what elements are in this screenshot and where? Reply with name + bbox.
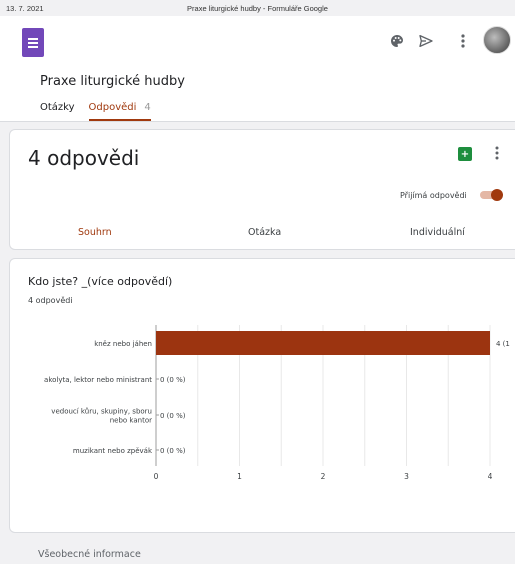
tab-responses-count: 4: [144, 102, 151, 113]
tab-individual[interactable]: Individuální: [410, 227, 465, 238]
x-tick-label: 0: [154, 472, 159, 481]
tab-summary[interactable]: Souhrn: [78, 227, 112, 238]
print-header: 13. 7. 2021 Praxe liturgické hudby - For…: [0, 0, 515, 16]
more-vert-icon[interactable]: [494, 145, 500, 165]
palette-icon[interactable]: [386, 30, 408, 52]
bar: [156, 331, 490, 355]
tab-responses[interactable]: Odpovědi 4: [88, 102, 152, 121]
tab-responses-label: Odpovědi: [88, 102, 137, 113]
send-icon[interactable]: [415, 30, 437, 52]
accepting-toggle[interactable]: [480, 189, 506, 201]
value-label: 4 (1: [496, 340, 510, 348]
toggle-knob: [491, 189, 503, 201]
form-title: Praxe liturgické hudby: [40, 74, 185, 89]
print-title: Praxe liturgické hudby - Formuláře Googl…: [187, 4, 328, 13]
main-tabs: Otázky Odpovědi 4: [40, 102, 152, 121]
x-tick-label: 3: [404, 472, 409, 481]
more-vert-icon[interactable]: [452, 30, 474, 52]
section-label: Všeobecné informace: [38, 549, 141, 560]
tab-questions[interactable]: Otázky: [40, 102, 75, 113]
x-tick-label: 1: [237, 472, 242, 481]
sheets-icon[interactable]: +: [458, 147, 472, 161]
x-tick-label: 2: [321, 472, 326, 481]
x-tick-label: 4: [488, 472, 493, 481]
category-label: kněz nebo jáhen: [94, 340, 152, 348]
avatar[interactable]: [483, 26, 511, 54]
tab-question[interactable]: Otázka: [248, 227, 281, 238]
app-header: Praxe liturgické hudby Otázky Odpovědi 4: [0, 16, 515, 122]
responses-summary-card: 4 odpovědi + Přijímá odpovědi Souhrn Otá…: [9, 129, 515, 250]
responses-title: 4 odpovědi: [28, 146, 140, 170]
category-label: vedoucí kůru, skupiny, sboru: [51, 408, 152, 416]
value-label: 0 (0 %): [160, 376, 186, 384]
accepting-label: Přijímá odpovědi: [400, 191, 467, 200]
value-label: 0 (0 %): [160, 412, 186, 420]
question-card: Kdo jste? _(více odpovědí) 4 odpovědi 01…: [9, 258, 515, 533]
category-label: nebo kantor: [110, 417, 152, 425]
category-label: muzikant nebo zpěvák: [73, 447, 153, 455]
bar-chart: 0 1 2 3 4 kněz nebo jáhen 4 (1 akolyta, lektor …: [44, 325, 510, 481]
value-label: 0 (0 %): [160, 447, 186, 455]
forms-logo-icon[interactable]: [22, 28, 44, 57]
category-label: akolyta, lektor nebo ministrant: [44, 376, 152, 384]
